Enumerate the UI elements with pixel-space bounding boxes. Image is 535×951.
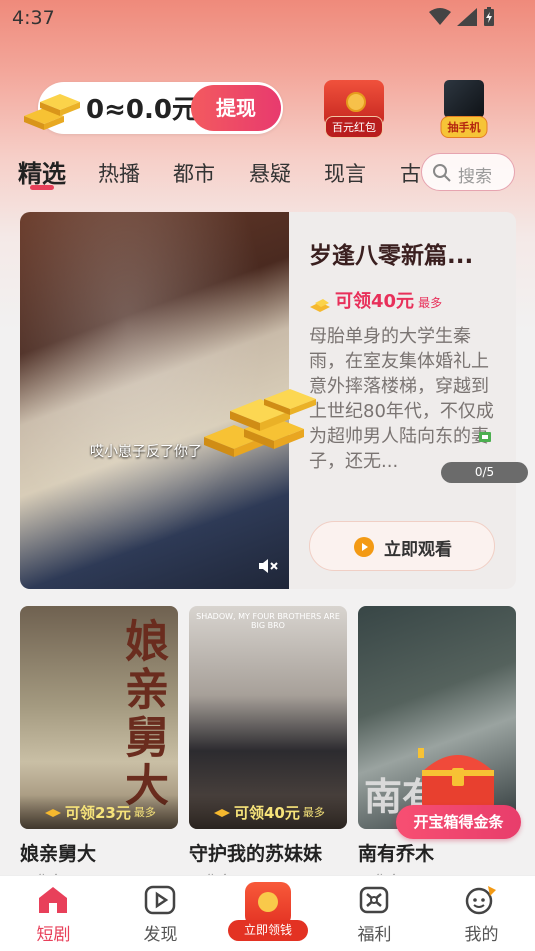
nav-label: 我的: [464, 925, 499, 945]
gold-bars-icon: [204, 389, 316, 457]
drama-reward-more: 最多: [302, 806, 325, 819]
phone-icon: [444, 80, 484, 118]
drama-card[interactable]: 娘亲舅大 可领23元 最多 娘亲舅大 46集全: [20, 606, 178, 880]
drama-reward: 可领23元 最多: [20, 795, 178, 829]
nav-label: 立即领钱: [228, 920, 308, 941]
status-time: 4:37: [12, 7, 55, 29]
drama-reward-amount: 可领40元: [234, 803, 300, 822]
phone-lottery-label: 抽手机: [440, 116, 488, 138]
treasure-chest-icon[interactable]: [412, 742, 504, 812]
face-icon: [465, 886, 496, 915]
withdraw-button[interactable]: 提现: [191, 85, 281, 131]
active-tab-indicator: [30, 185, 54, 190]
featured-reward-amount: 可领40元: [335, 291, 415, 312]
featured-description: 母胎单身的大学生秦雨，在室友集体婚礼上意外摔落楼梯，穿越到上世纪80年代，不仅成…: [309, 326, 494, 472]
cover-title-art: SHADOW, MY FOUR BROTHERS ARE BIG BRO: [196, 612, 340, 630]
tab-romance[interactable]: 现言: [324, 158, 366, 188]
drama-title: 娘亲舅大: [20, 843, 97, 865]
nav-label: 发现: [143, 925, 178, 945]
tab-mystery[interactable]: 悬疑: [249, 158, 291, 188]
cover-title-art: 娘亲舅大: [117, 618, 168, 810]
nav-label: 短剧: [36, 925, 71, 945]
drama-cover[interactable]: 娘亲舅大 可领23元 最多: [20, 606, 178, 829]
featured-reward: 可领40元 最多: [309, 287, 442, 313]
drama-cover[interactable]: SHADOW, MY FOUR BROTHERS ARE BIG BRO 可领4…: [189, 606, 347, 829]
nav-welfare[interactable]: 福利: [321, 876, 428, 951]
play-square-icon: [144, 885, 176, 915]
nav-short-drama[interactable]: 短剧: [0, 876, 107, 951]
signal-icon: [457, 8, 477, 26]
gift-icon: [359, 886, 389, 914]
video-caption: 哎小崽子反了你了: [90, 444, 202, 460]
red-packet-button[interactable]: 百元红包: [318, 80, 390, 138]
search-icon: [433, 164, 451, 182]
bottom-navigation: 短剧 发现 立即领钱 福利 我的: [0, 875, 535, 951]
gold-bar-icon: [310, 299, 330, 312]
drama-title: 守护我的苏妹妹: [189, 843, 323, 865]
red-packet-label: 百元红包: [325, 116, 383, 138]
drama-reward: 可领40元 最多: [189, 795, 347, 829]
status-bar: 4:37: [0, 0, 535, 36]
nav-label: 福利: [357, 925, 392, 945]
watch-now-button[interactable]: 立即观看: [309, 521, 495, 571]
ad-icon: [479, 432, 491, 442]
search-placeholder: 搜索: [458, 167, 492, 187]
nav-get-money[interactable]: 立即领钱: [214, 876, 321, 951]
carousel-pager: 0/5: [441, 462, 528, 483]
phone-lottery-button[interactable]: 抽手机: [434, 78, 494, 138]
drama-reward-amount: 可领23元: [65, 803, 131, 822]
play-icon: [354, 537, 374, 557]
featured-title: 岁逢八零新篇...: [309, 243, 474, 269]
featured-reward-more: 最多: [418, 296, 443, 310]
tab-urban[interactable]: 都市: [173, 158, 215, 188]
tab-hot[interactable]: 热播: [98, 158, 140, 188]
tab-featured[interactable]: 精选: [18, 154, 66, 189]
battery-icon: [484, 7, 494, 26]
nav-discover[interactable]: 发现: [107, 876, 214, 951]
gold-bar-icon: [24, 94, 80, 130]
treasure-chest-button[interactable]: 开宝箱得金条: [396, 805, 521, 839]
watch-now-label: 立即观看: [384, 540, 452, 560]
category-tabs: 精选 热播 都市 悬疑 现言 古: [0, 152, 420, 198]
nav-profile[interactable]: 我的: [428, 876, 535, 951]
home-icon: [39, 887, 67, 913]
wifi-icon: [429, 8, 451, 25]
coin-balance-text: 0≈0.0元: [86, 95, 198, 125]
tab-ancient[interactable]: 古: [400, 158, 420, 188]
drama-reward-more: 最多: [133, 806, 156, 819]
mute-icon[interactable]: [256, 555, 278, 577]
search-box[interactable]: 搜索: [421, 153, 515, 191]
drama-title: 南有乔木: [358, 843, 435, 865]
gold-bar-icon: [45, 809, 61, 817]
gold-bar-icon: [214, 809, 230, 817]
drama-card[interactable]: SHADOW, MY FOUR BROTHERS ARE BIG BRO 可领4…: [189, 606, 347, 880]
